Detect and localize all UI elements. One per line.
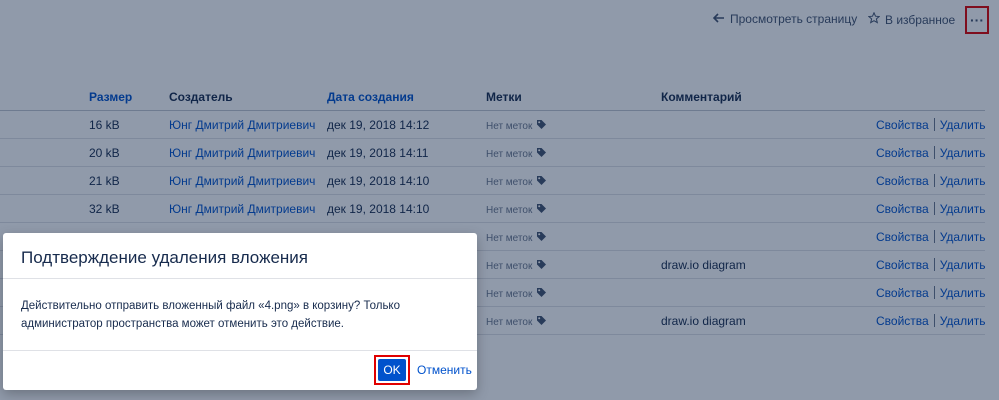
dialog-title: Подтверждение удаления вложения <box>21 248 308 267</box>
delete-confirm-dialog: Подтверждение удаления вложения Действит… <box>3 233 477 390</box>
dialog-divider <box>3 350 477 351</box>
ok-button-label: OK <box>378 359 406 381</box>
cancel-link[interactable]: Отменить <box>417 363 472 377</box>
dialog-message: Действительно отправить вложенный файл «… <box>21 300 400 330</box>
dialog-divider <box>3 278 477 279</box>
ok-button[interactable]: OK <box>374 355 410 385</box>
